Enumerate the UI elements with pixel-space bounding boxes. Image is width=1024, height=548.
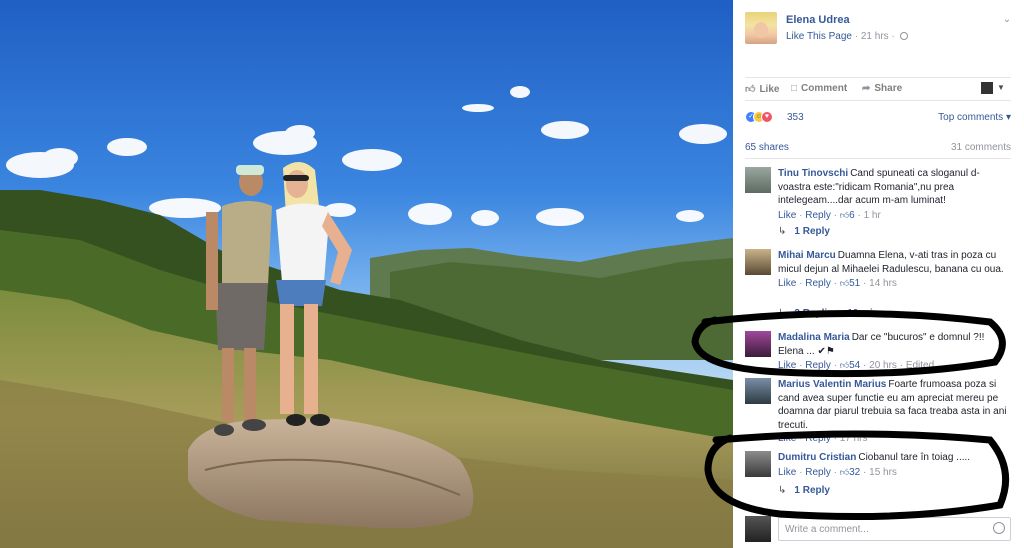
comment-time[interactable]: 14 hrs [869, 278, 897, 289]
reaction-count[interactable]: 353 [787, 112, 804, 123]
comment-reply-link[interactable]: Reply [805, 433, 831, 444]
comment-time[interactable]: 20 hrs · Edited [869, 360, 934, 371]
write-comment-box: Write a comment... [745, 516, 1011, 544]
comment-like-link[interactable]: Like [778, 278, 796, 289]
post-time[interactable]: · 21 hrs · [855, 31, 895, 42]
thumbs-up-icon: 👍︎ [839, 209, 850, 220]
comment-like-link[interactable]: Like [778, 360, 796, 371]
replies-label: 1 Reply [794, 485, 830, 496]
comment-meta: Like · Reply · 👍︎54 · 20 hrs · Edited [778, 360, 935, 371]
viewer-avatar [745, 516, 771, 542]
view-replies-link[interactable]: ↳ 1 Reply [778, 485, 830, 496]
thumbs-up-icon: 👍︎ [839, 466, 850, 477]
comment-author[interactable]: Madalina Maria [778, 332, 850, 343]
speech-bubble-icon: □ [791, 83, 798, 94]
page-name[interactable]: Elena Udrea [786, 14, 850, 26]
view-replies-link[interactable]: ↳ 2 Replies · 10 mins [778, 308, 884, 319]
shares-count[interactable]: 65 shares [745, 142, 789, 153]
reply-arrow-icon: ↳ [778, 226, 787, 237]
comment-body: Tinu Tinovschi Cand spuneati ca sloganul … [778, 167, 1010, 223]
comment-like-link[interactable]: Like [778, 433, 796, 444]
post-photo[interactable] [0, 0, 733, 548]
comment-like-count[interactable]: 32 [849, 467, 860, 478]
comment-like-count[interactable]: 51 [849, 278, 860, 289]
comment: Mihai Marcu Duamna Elena, v-ati tras in p… [745, 249, 1011, 321]
comment-time[interactable]: 15 hrs [869, 467, 897, 478]
comment-sort-dropdown[interactable]: Top comments ▾ [938, 112, 1011, 123]
comment-reply-link[interactable]: Reply [805, 467, 831, 478]
comment-author[interactable]: Dumitru Cristian [778, 452, 856, 463]
post-panel: Elena Udrea Like This Page · 21 hrs · ⌄ … [733, 0, 1024, 548]
comment-author[interactable]: Tinu Tinovschi [778, 168, 848, 179]
comment-time[interactable]: 1 hr [864, 210, 881, 221]
viewer-identity-select[interactable]: ▼ [981, 82, 1009, 96]
comment-time[interactable]: 17 hrs [840, 433, 868, 444]
viewer-avatar [981, 82, 993, 94]
comment-body: Madalina Maria Dar ce "bucuros" e domnul … [778, 331, 1010, 373]
post-actions: 👍︎ Like □ Comment ➦ Share ▼ [745, 77, 1011, 101]
replies-label: 1 Reply [794, 226, 830, 237]
caret-down-icon: ▼ [997, 83, 1005, 92]
thumbs-up-icon: 👍︎ [839, 360, 850, 370]
sticker-icons: ✔⚑ [817, 345, 835, 357]
comment-author[interactable]: Mihai Marcu [778, 250, 836, 261]
page-avatar[interactable] [745, 12, 777, 44]
comment-like-count[interactable]: 6 [849, 210, 855, 221]
like-button[interactable]: 👍︎ Like [745, 83, 779, 95]
comment-like-link[interactable]: Like [778, 467, 796, 478]
comment-button[interactable]: □ Comment [791, 83, 847, 94]
comment-body: Dumitru Cristian Ciobanul tare în toiag .… [778, 451, 1010, 480]
share-label: Share [874, 83, 903, 94]
comment-reply-link[interactable]: Reply [805, 278, 831, 289]
comments-count: 31 comments [950, 142, 1011, 153]
commenter-avatar[interactable] [745, 378, 771, 404]
love-reaction-icon[interactable]: ♥ [761, 111, 773, 123]
comment-sort-label: Top comments [938, 112, 1004, 123]
comment-text: Ciobanul tare în toiag ..... [858, 452, 971, 463]
share-arrow-icon: ➦ [862, 83, 871, 94]
commenter-avatar[interactable] [745, 249, 771, 275]
chevron-down-icon[interactable]: ⌄ [1001, 14, 1013, 26]
view-replies-link[interactable]: ↳ 1 Reply [778, 226, 830, 237]
comment-meta: Like · Reply · 17 hrs [778, 433, 868, 444]
comment-like-count[interactable]: 54 [849, 360, 860, 371]
reply-arrow-icon: ↳ [778, 308, 787, 319]
commenter-avatar[interactable] [745, 451, 771, 477]
commenter-avatar[interactable] [745, 167, 771, 193]
thumbs-up-icon: 👍︎ [745, 84, 756, 95]
comment-meta: Like · Reply · 👍︎6 · 1 hr [778, 209, 881, 221]
landscape-photo [0, 0, 733, 548]
thumbs-up-icon: 👍︎ [839, 278, 850, 288]
comment-input[interactable]: Write a comment... [778, 517, 1011, 541]
comment-meta: Like · Reply · 👍︎32 · 15 hrs [778, 466, 897, 478]
comment-body: Mihai Marcu Duamna Elena, v-ati tras in p… [778, 249, 1010, 291]
like-label: Like [759, 84, 780, 95]
share-button[interactable]: ➦ Share [862, 83, 902, 94]
comment: Madalina Maria Dar ce "bucuros" e domnul … [745, 331, 1011, 375]
reply-arrow-icon: ↳ [778, 485, 787, 496]
replies-label: 2 Replies · 10 mins [794, 308, 885, 319]
comment-like-link[interactable]: Like [778, 210, 796, 221]
post-subline: Like This Page · 21 hrs · [786, 31, 908, 42]
reactions-row: ✓ ☺ ♥ 353 Top comments ▾ [745, 110, 1011, 126]
comment: Marius Valentin Marius Foarte frumoasa po… [745, 378, 1011, 444]
post-header: Elena Udrea Like This Page · 21 hrs · ⌄ [745, 12, 1013, 52]
like-page-link[interactable]: Like This Page [786, 31, 852, 42]
comment-author[interactable]: Marius Valentin Marius [778, 379, 886, 390]
comment: Dumitru Cristian Ciobanul tare în toiag .… [745, 451, 1011, 501]
caret-down-icon: ▾ [1005, 112, 1011, 123]
post-stats: 65 shares 31 comments [745, 141, 1011, 159]
globe-icon [899, 32, 908, 40]
comment-reply-link[interactable]: Reply [805, 210, 831, 221]
comment-body: Marius Valentin Marius Foarte frumoasa po… [778, 378, 1010, 446]
smiley-icon[interactable] [993, 522, 1005, 534]
comment-reply-link[interactable]: Reply [805, 360, 831, 371]
comment: Tinu Tinovschi Cand spuneati ca sloganul … [745, 167, 1011, 245]
commenter-avatar[interactable] [745, 331, 771, 357]
comment-meta: Like · Reply · 👍︎51 · 14 hrs [778, 278, 897, 289]
comment-label: Comment [801, 83, 848, 94]
